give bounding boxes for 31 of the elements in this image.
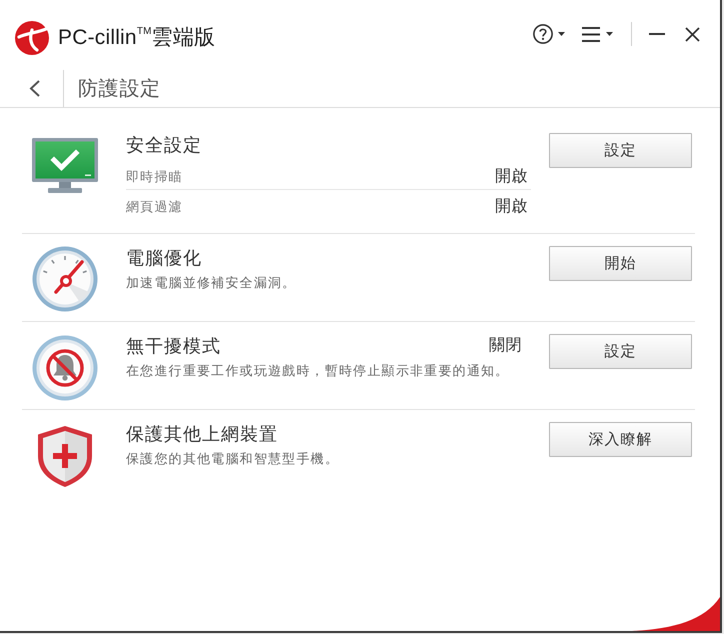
close-icon[interactable] xyxy=(685,26,700,42)
section-title: 安全設定 xyxy=(126,134,202,157)
section-status: 關閉 xyxy=(489,336,522,356)
monitor-check-icon xyxy=(32,138,98,193)
menu-icon[interactable] xyxy=(582,26,600,42)
gauge-icon xyxy=(32,246,98,312)
chevron-left-icon[interactable] xyxy=(29,80,41,97)
shield-plus-icon xyxy=(37,425,93,488)
page-title: 防護設定 xyxy=(78,76,161,102)
setting-status: 開啟 xyxy=(495,196,528,216)
setting-status: 開啟 xyxy=(495,166,528,186)
start-button[interactable]: 開始 xyxy=(549,246,692,281)
settings-button[interactable]: 設定 xyxy=(549,133,692,168)
setting-label: 即時掃瞄 xyxy=(126,168,183,186)
section-title: 無干擾模式 xyxy=(126,335,221,358)
section-description: 保護您的其他電腦和智慧型手機。 xyxy=(126,450,339,468)
app-title: PC-cillin$^{TM}$雲端版 xyxy=(58,25,216,51)
section-title: 保護其他上網裝置 xyxy=(126,423,278,446)
menu-button[interactable] xyxy=(582,26,613,42)
section-description: 加速電腦並修補安全漏洞。 xyxy=(126,274,296,292)
section-title: 電腦優化 xyxy=(126,247,202,270)
learn-more-button[interactable]: 深入瞭解 xyxy=(549,422,692,457)
help-button[interactable] xyxy=(533,24,565,44)
caret-icon[interactable] xyxy=(558,32,565,36)
section-description: 在您進行重要工作或玩遊戲時，暫時停止顯示非重要的通知。 xyxy=(126,362,510,380)
muted-bell-icon xyxy=(32,335,98,401)
setting-label: 網頁過濾 xyxy=(126,198,183,216)
caret-icon[interactable] xyxy=(606,32,613,36)
help-icon[interactable] xyxy=(533,24,553,44)
logo-icon xyxy=(15,21,49,55)
settings-button[interactable]: 設定 xyxy=(549,334,692,369)
